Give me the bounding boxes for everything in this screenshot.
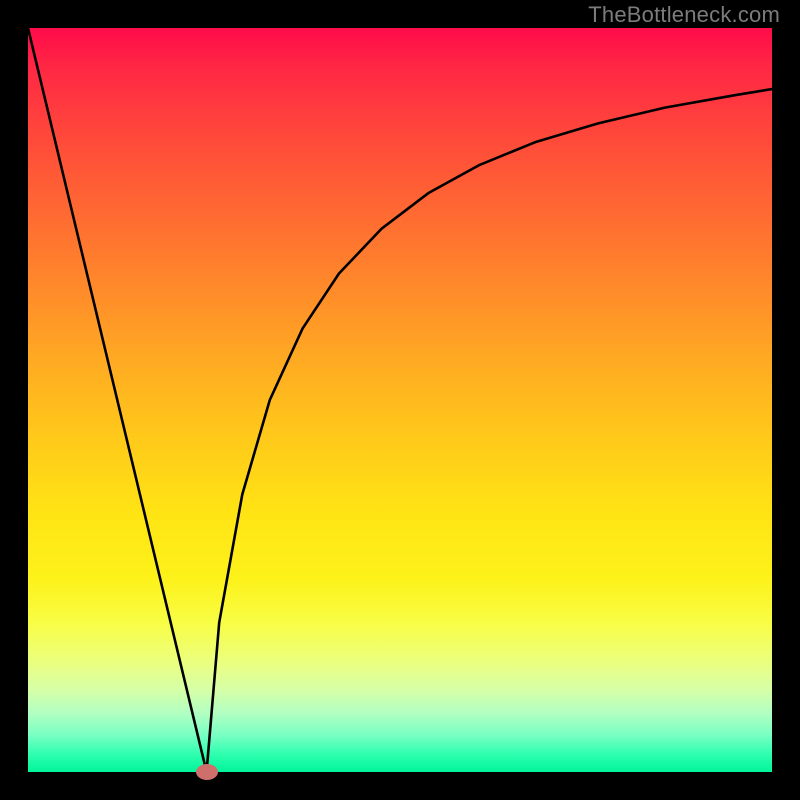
optimal-point-marker — [196, 764, 218, 780]
watermark-text: TheBottleneck.com — [588, 2, 780, 28]
chart-frame: TheBottleneck.com — [0, 0, 800, 800]
gradient-plot-area — [28, 28, 772, 772]
